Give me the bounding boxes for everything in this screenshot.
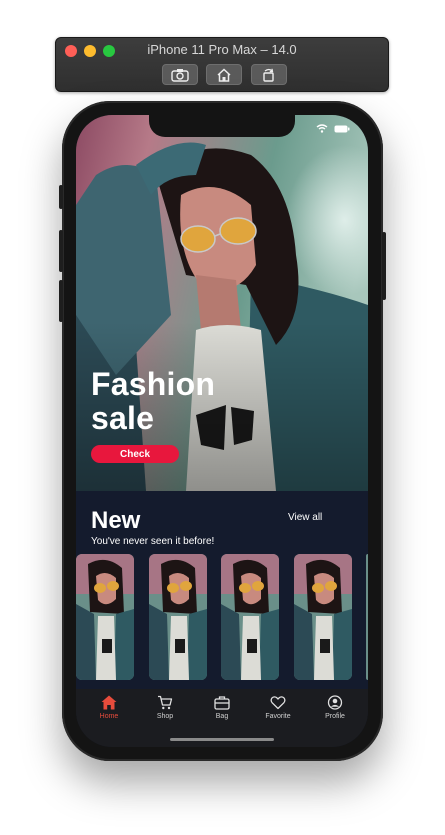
product-image (221, 554, 279, 680)
status-icons (316, 124, 350, 133)
hero-title: Fashion sale (91, 366, 216, 436)
power-button (382, 232, 386, 300)
tab-label: Shop (156, 713, 174, 720)
mute-switch (59, 185, 63, 209)
profile-icon (327, 695, 343, 710)
home-icon (217, 67, 231, 82)
tab-home[interactable]: Home (80, 695, 138, 720)
new-products-carousel[interactable] (76, 554, 368, 680)
home-button[interactable] (206, 64, 242, 85)
wifi-icon (316, 124, 328, 133)
home-icon (101, 695, 117, 710)
simulator-window-bar: iPhone 11 Pro Max – 14.0 (55, 37, 389, 92)
tab-bag[interactable]: Bag (193, 695, 251, 720)
check-button[interactable]: Check (91, 445, 179, 463)
product-card-partial[interactable] (366, 554, 368, 680)
hero-banner: Fashion sale Check (76, 115, 368, 491)
new-section-subtitle: You've never seen it before! (91, 536, 215, 547)
screenshot-icon (171, 68, 189, 82)
tab-shop[interactable]: Shop (136, 695, 194, 720)
bag-icon (214, 696, 230, 710)
product-image (76, 554, 134, 680)
battery-icon (334, 125, 350, 132)
product-card[interactable] (76, 554, 134, 680)
tab-label: Favorite (265, 713, 291, 720)
product-card[interactable] (221, 554, 279, 680)
app-screen: Fashion sale Check New View all You've n… (76, 115, 368, 747)
tab-favorite[interactable]: Favorite (249, 695, 307, 720)
rotate-button[interactable] (251, 64, 287, 85)
home-indicator[interactable] (170, 738, 274, 741)
product-image (294, 554, 352, 680)
view-all-link[interactable]: View all (288, 512, 322, 523)
tab-label: Home (99, 713, 119, 720)
screenshot-button[interactable] (162, 64, 198, 85)
volume-down-button (59, 280, 63, 322)
tab-label: Bag (215, 713, 229, 720)
new-section-title: New (91, 507, 141, 534)
heart-icon (270, 696, 286, 710)
rotate-icon (263, 68, 274, 82)
product-image (149, 554, 207, 680)
cart-icon (158, 695, 173, 710)
product-card[interactable] (294, 554, 352, 680)
product-card[interactable] (149, 554, 207, 680)
volume-up-button (59, 230, 63, 272)
tab-profile[interactable]: Profile (306, 695, 364, 720)
simulator-title: iPhone 11 Pro Max – 14.0 (147, 42, 297, 57)
tab-label: Profile (325, 713, 345, 720)
notch (149, 115, 295, 137)
